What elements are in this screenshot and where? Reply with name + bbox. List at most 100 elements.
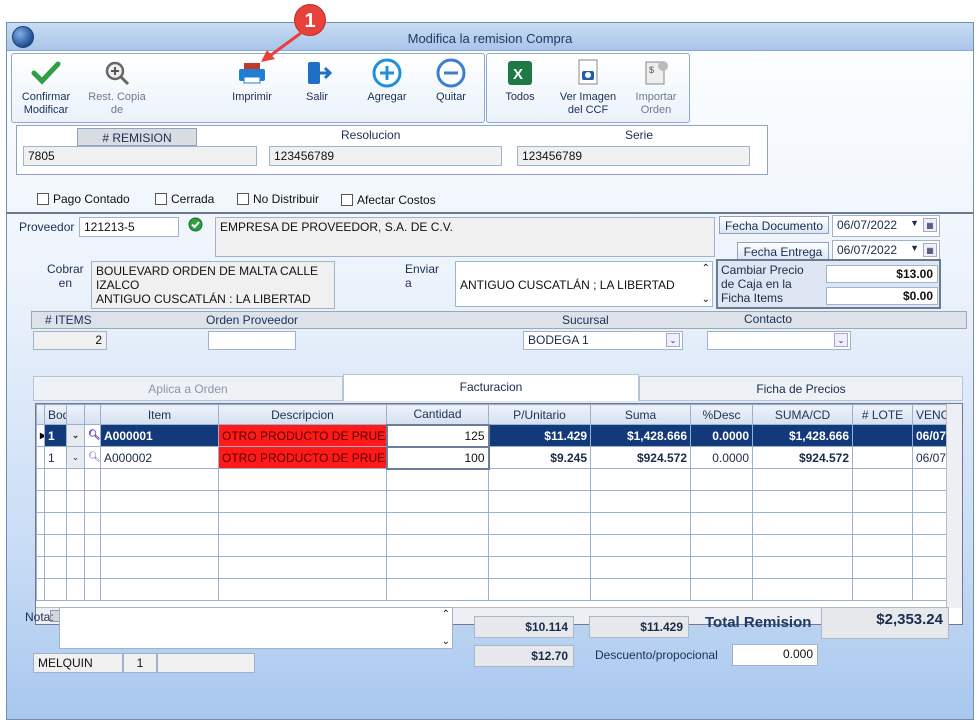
rest-copia-button[interactable]: Rest. Copia de [82,58,152,117]
subtotal-1: $10.114 [474,616,574,638]
scroll-up-icon[interactable]: ⌃ [442,609,450,620]
pago-contado-checkbox[interactable]: Pago Contado [37,192,130,206]
table-row [36,490,947,513]
nota-label: Nota: [25,610,54,624]
importar-button[interactable]: $ Importar Orden [627,58,685,117]
tab-aplica-orden[interactable]: Aplica a Orden [33,376,343,401]
scroll-up-icon[interactable]: ⌃ [702,263,710,274]
cerrada-checkbox[interactable]: Cerrada [155,192,214,206]
tab-ficha-precios[interactable]: Ficha de Precios [639,376,963,401]
col-desc-pct[interactable]: %Desc [690,404,753,425]
table-row [36,578,947,601]
chevron-down-icon: ⌄ [666,333,680,347]
afectar-costos-checkbox[interactable]: Afectar Costos [341,193,436,207]
chevron-down-icon[interactable]: ⌄ [66,446,85,469]
total-value: $2,353.24 [821,607,949,639]
import-order-icon: $ [645,61,668,85]
serie-field[interactable]: 123456789 [517,146,750,166]
main-window: Modifica la remision Compra Confirmar Mo… [6,22,974,720]
items-count-field: 2 [33,331,107,350]
grid-header-row: Bodega Item Descripcion Cantidad P/Unita… [36,404,947,425]
items-grid: Bodega Item Descripcion Cantidad P/Unita… [35,403,963,625]
sucursal-select[interactable]: BODEGA 1 ⌄ [523,331,683,350]
remision-field[interactable]: 7805 [23,146,257,166]
fecha-entrega-button[interactable]: Fecha Entrega [737,242,829,260]
checkbox-box [341,194,353,206]
resolucion-field[interactable]: 123456789 [269,146,502,166]
enviar-address[interactable]: ANTIGUO CUSCATLÁN ; LA LIBERTAD ⌃ ⌄ [455,261,713,307]
subtotal-2: $11.429 [589,616,689,638]
table-row [36,534,947,557]
excel-icon: X [508,61,532,85]
col-sumacd[interactable]: SUMA/CD [752,404,853,425]
vertical-scrollbar[interactable] [946,404,962,608]
cobrar-label: Cobrar en [47,262,84,290]
fecha-documento-button[interactable]: Fecha Documento [719,216,829,234]
items-bar: # ITEMS Orden Proveedor Sucursal Contact… [31,311,967,329]
zoom-icon [105,61,130,86]
chevron-down-icon: ▼ [910,218,919,228]
table-row [36,512,947,535]
svg-text:X: X [513,66,523,83]
orden-proveedor-field[interactable] [208,331,296,350]
camera-document-icon [578,59,598,85]
checkbox-box [237,193,249,205]
header-box: # REMISION 7805 Resolucion 123456789 Ser… [16,125,768,175]
chevron-down-icon: ⌄ [834,333,848,347]
calendar-icon[interactable]: ▦ [923,218,937,232]
proveedor-label: Proveedor [19,220,75,234]
proveedor-name-field[interactable]: EMPRESA DE PROVEEDOR, S.A. DE C.V. [215,217,715,257]
precio-caja-field[interactable]: $13.00 [826,265,938,283]
col-bodega[interactable]: Bodega [44,404,67,425]
items-table: Bodega Item Descripcion Cantidad P/Unita… [36,404,947,601]
col-item[interactable]: Item [100,404,219,425]
subtotal-3: $12.70 [474,645,574,667]
col-descripcion[interactable]: Descripcion [218,404,387,425]
scroll-down-icon[interactable]: ⌄ [702,294,710,305]
col-venc[interactable]: VENC [912,404,947,425]
cobrar-address: BOULEVARD ORDEN DE MALTA CALLE IZALCO ANTI… [91,261,335,309]
table-row[interactable]: 1 ⌄ 🔍︎ A000002 OTRO PRODUCTO DE PRUEBA 1… [36,445,947,470]
quitar-button[interactable]: Quitar [426,58,476,104]
descuento-field[interactable]: 0.000 [732,644,818,666]
descuento-label: Descuento/propocional [595,648,718,662]
minus-circle-icon [436,58,466,88]
callout-arrow-icon [261,28,306,62]
col-suma[interactable]: Suma [590,404,691,425]
check-circle-icon[interactable] [188,217,203,232]
precio-ficha-field[interactable]: $0.00 [826,287,938,305]
checkbox-box [155,193,167,205]
checkbox-box [37,193,49,205]
remision-label: # REMISION [77,128,197,146]
chevron-down-icon: ▼ [910,243,919,253]
serie-label: Serie [625,128,654,142]
calendar-icon[interactable]: ▦ [923,243,937,257]
separator [7,212,973,214]
svg-text:$: $ [649,65,654,75]
col-cantidad[interactable]: Cantidad [386,404,489,425]
search-icon[interactable]: 🔍︎ [84,446,101,469]
contacto-select[interactable]: ⌄ [707,331,851,350]
scroll-down-icon[interactable]: ⌄ [442,636,450,647]
proveedor-code-field[interactable]: 121213-5 [79,217,179,237]
confirmar-button[interactable]: Confirmar Modificar [16,58,76,117]
agregar-button[interactable]: Agregar [357,58,417,104]
fecha-documento-picker[interactable]: 06/07/2022 ▼ ▦ [832,215,940,237]
nota-textarea[interactable]: ⌃ ⌄ [59,607,453,649]
window-title: Modifica la remision Compra [407,31,573,46]
col-lote[interactable]: # LOTE [852,404,913,425]
table-row [36,468,947,491]
total-label: Total Remision [705,614,812,631]
precio-panel: Cambiar Precio de Caja en la Ficha Items… [716,259,941,309]
tab-facturacion[interactable]: Facturacion [343,374,639,401]
chevron-down-icon[interactable]: ⌄ [66,424,85,447]
toolbar-extra: X Todos Ver Imagen del CCF $ Importar Or… [486,53,690,123]
user-num-field: 1 [123,653,157,673]
search-icon[interactable]: 🔍︎ [84,424,101,447]
resolucion-label: Resolucion [341,128,401,142]
ver-imagen-button[interactable]: Ver Imagen del CCF [557,58,619,117]
col-punitario[interactable]: P/Unitario [488,404,591,425]
table-row[interactable]: ▶ 1 ⌄ 🔍︎ A000001 OTRO PRODUCTO DE PRUEBA… [36,423,947,448]
todos-button[interactable]: X Todos [495,58,545,104]
no-distribuir-checkbox[interactable]: No Distribuir [237,192,319,206]
